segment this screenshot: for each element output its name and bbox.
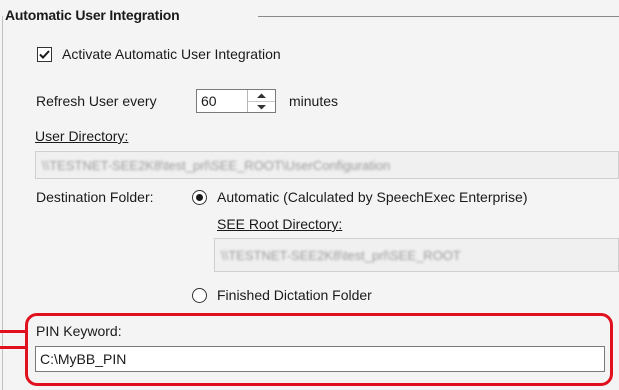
settings-panel: Automatic User Integration Activate Auto… <box>0 0 619 390</box>
activate-checkbox[interactable] <box>37 47 52 62</box>
user-directory-value: \\TESTNET-SEE2K8\test_prl\SEE_ROOT\UserC… <box>42 158 391 173</box>
destination-folder-label: Destination Folder: <box>36 189 154 205</box>
chevron-up-icon <box>257 93 266 98</box>
user-directory-field[interactable]: \\TESTNET-SEE2K8\test_prl\SEE_ROOT\UserC… <box>35 151 619 179</box>
finished-radio-label[interactable]: Finished Dictation Folder <box>217 287 372 303</box>
finished-radio[interactable] <box>192 288 207 303</box>
group-title: Automatic User Integration <box>5 7 180 23</box>
stepper-buttons <box>247 90 275 112</box>
checkmark-icon <box>39 50 50 59</box>
highlight-box <box>25 313 613 386</box>
group-border <box>2 16 3 390</box>
automatic-radio-label[interactable]: Automatic (Calculated by SpeechExec Ente… <box>217 189 527 205</box>
refresh-label: Refresh User every <box>36 93 157 109</box>
callout-line-lower <box>0 346 27 349</box>
refresh-unit-label: minutes <box>289 93 339 109</box>
see-root-field[interactable]: \\TESTNET-SEE2K8\test_prl\SEE_ROOT <box>214 238 619 272</box>
user-directory-label: User Directory: <box>35 128 129 144</box>
refresh-interval-stepper[interactable]: 60 <box>196 89 276 113</box>
activate-label[interactable]: Activate Automatic User Integration <box>62 46 281 62</box>
see-root-label: SEE Root Directory: <box>217 216 343 232</box>
refresh-interval-value[interactable]: 60 <box>201 93 217 109</box>
chevron-down-icon <box>257 104 266 109</box>
see-root-value: \\TESTNET-SEE2K8\test_prl\SEE_ROOT <box>221 248 461 263</box>
group-divider <box>258 16 619 17</box>
stepper-down-button[interactable] <box>248 101 275 112</box>
callout-line-upper <box>0 330 27 333</box>
radio-selected-dot <box>196 194 203 201</box>
automatic-radio[interactable] <box>192 190 207 205</box>
